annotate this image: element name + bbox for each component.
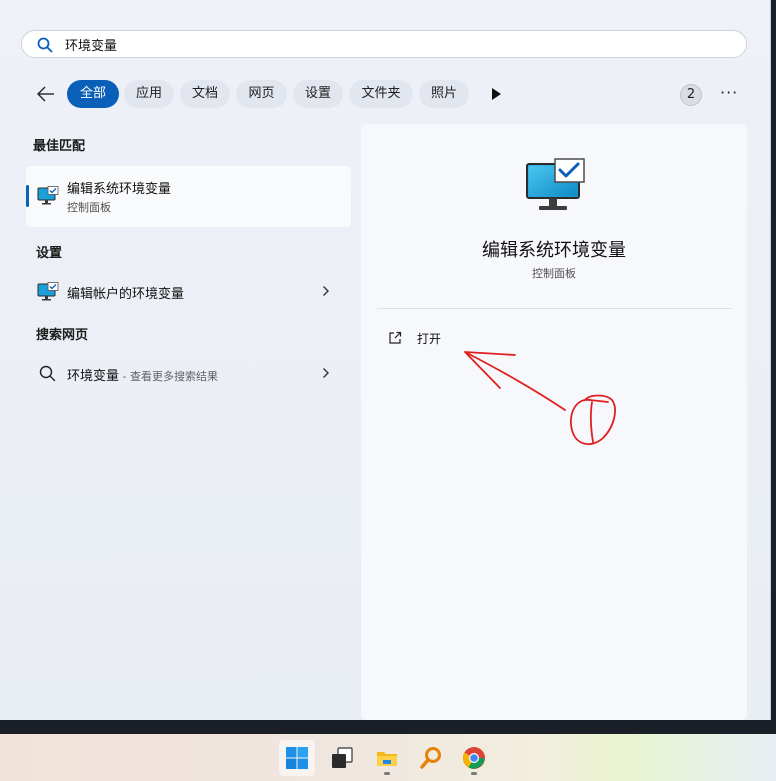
web-search-label: 环境变量 - 查看更多搜索结果 [67, 365, 218, 384]
search-icon [37, 37, 53, 53]
detail-title: 编辑系统环境变量 [482, 240, 626, 261]
system-properties-icon [526, 158, 585, 210]
web-search-suffix: - 查看更多搜索结果 [119, 370, 218, 383]
selection-indicator [26, 185, 29, 207]
search-icon [39, 365, 56, 382]
more-options-icon[interactable]: ··· [720, 85, 740, 102]
rewards-badge[interactable]: 2 [680, 84, 702, 106]
settings-heading: 设置 [36, 246, 63, 261]
file-explorer-icon [377, 752, 397, 766]
best-match-heading: 最佳匹配 [33, 139, 86, 154]
detail-divider [377, 308, 731, 309]
settings-result-item[interactable]: 编辑帐户的环境变量 [26, 274, 351, 308]
best-match-item[interactable]: 编辑系统环境变量 控制面板 [26, 166, 351, 227]
task-view-icon [332, 747, 353, 768]
play-more-filters-icon[interactable] [489, 87, 503, 101]
back-arrow-icon[interactable] [35, 84, 57, 104]
search-input[interactable] [65, 34, 725, 54]
windows-start-icon [286, 747, 308, 769]
web-search-heading: 搜索网页 [36, 328, 89, 343]
file-explorer-button[interactable] [369, 740, 405, 776]
open-label: 打开 [417, 332, 442, 346]
best-match-title: 编辑系统环境变量 [67, 182, 172, 197]
web-search-result-item[interactable]: 环境变量 - 查看更多搜索结果 [26, 356, 351, 390]
filter-documents[interactable]: 文档 [180, 80, 230, 108]
best-match-subtitle: 控制面板 [67, 201, 111, 214]
windows-start-button[interactable] [279, 740, 315, 776]
search-app-icon [420, 747, 441, 769]
settings-result-label: 编辑帐户的环境变量 [67, 287, 185, 302]
chevron-right-icon [323, 286, 329, 296]
search-panel: 全部 应用 文档 网页 设置 文件夹 照片 2 ··· 最佳匹配 编辑系统环境变… [0, 0, 771, 720]
chevron-right-icon [323, 368, 329, 378]
running-indicator [384, 772, 390, 775]
web-search-query: 环境变量 [67, 369, 120, 384]
chrome-icon [463, 747, 485, 769]
filter-settings[interactable]: 设置 [293, 80, 343, 108]
detail-subtitle: 控制面板 [532, 267, 576, 280]
search-app-button[interactable] [413, 740, 449, 776]
system-properties-icon [37, 186, 59, 205]
task-view-button[interactable] [324, 740, 360, 776]
chrome-button[interactable] [456, 740, 492, 776]
taskbar [0, 734, 776, 781]
running-indicator [471, 772, 477, 775]
filter-photos[interactable]: 照片 [419, 80, 469, 108]
system-properties-icon [37, 282, 59, 301]
search-box[interactable] [21, 30, 747, 58]
filter-folders[interactable]: 文件夹 [349, 80, 413, 108]
open-external-icon [389, 331, 402, 344]
filter-all[interactable]: 全部 [67, 80, 119, 108]
filter-apps[interactable]: 应用 [124, 80, 174, 108]
filter-web[interactable]: 网页 [236, 80, 287, 108]
red-arrow-annotation [464, 351, 616, 445]
